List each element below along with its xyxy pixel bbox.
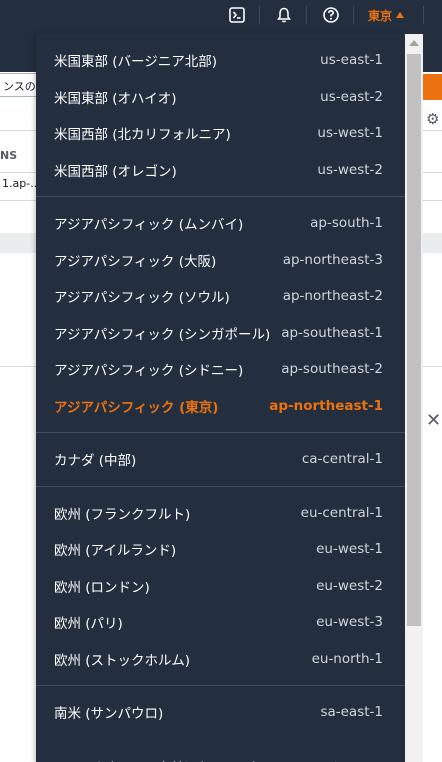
- region-code: us-west-1: [317, 125, 383, 142]
- region-name: 欧州 (パリ): [54, 616, 123, 633]
- nav-divider: [423, 6, 424, 24]
- disabled-regions-note: このアカウントで有効になっていない 10 リージ: [36, 739, 405, 762]
- nav-divider: [353, 6, 354, 24]
- scroll-up-arrow-icon[interactable]: [409, 40, 419, 46]
- region-name: 欧州 (ストックホルム): [54, 652, 191, 669]
- region-name: アジアパシフィック (ソウル): [54, 290, 230, 307]
- region-name: アジアパシフィック (ムンバイ): [54, 217, 244, 234]
- region-option-us-east-1[interactable]: 米国東部 (バージニア北部) us-east-1: [36, 42, 405, 79]
- region-name: 欧州 (アイルランド): [54, 543, 177, 560]
- region-code: us-east-2: [320, 88, 383, 105]
- region-option-ap-southeast-1[interactable]: アジアパシフィック (シンガポール) ap-southeast-1: [36, 315, 405, 352]
- region-code: eu-north-1: [311, 650, 383, 667]
- region-option-sa-east-1[interactable]: 南米 (サンパウロ) sa-east-1: [36, 694, 405, 731]
- region-code: ap-northeast-2: [282, 288, 383, 305]
- region-selector-button[interactable]: 東京: [368, 6, 405, 24]
- region-option-us-west-2[interactable]: 米国西部 (オレゴン) us-west-2: [36, 152, 405, 189]
- region-code: eu-west-3: [316, 614, 383, 631]
- region-name: 南米 (サンパウロ): [54, 706, 164, 723]
- gear-icon[interactable]: ⚙: [426, 110, 439, 128]
- region-option-ap-south-1[interactable]: アジアパシフィック (ムンバイ) ap-south-1: [36, 205, 405, 242]
- region-option-ap-southeast-2[interactable]: アジアパシフィック (シドニー) ap-southeast-2: [36, 351, 405, 388]
- region-group: アジアパシフィック (ムンバイ) ap-south-1 アジアパシフィック (大阪)…: [36, 197, 405, 433]
- region-option-ap-northeast-2[interactable]: アジアパシフィック (ソウル) ap-northeast-2: [36, 278, 405, 315]
- background-search-input[interactable]: ンスの: [0, 73, 38, 97]
- nav-divider: [259, 6, 260, 24]
- region-code: us-west-2: [317, 161, 383, 178]
- region-code: sa-east-1: [320, 704, 383, 721]
- bell-icon[interactable]: [274, 5, 294, 25]
- region-name: アジアパシフィック (大阪): [54, 253, 217, 270]
- scrollbar-thumb[interactable]: [407, 54, 421, 626]
- region-name: 米国西部 (北カリフォルニア): [54, 127, 231, 144]
- nav-divider: [306, 6, 307, 24]
- help-icon[interactable]: [321, 5, 341, 25]
- region-code: ap-northeast-1: [269, 397, 383, 414]
- close-icon[interactable]: ✕: [426, 410, 441, 431]
- region-option-eu-west-1[interactable]: 欧州 (アイルランド) eu-west-1: [36, 531, 405, 568]
- region-name: カナダ (中部): [54, 453, 137, 470]
- region-option-us-east-2[interactable]: 米国東部 (オハイオ) us-east-2: [36, 79, 405, 116]
- region-name: 米国東部 (バージニア北部): [54, 54, 218, 71]
- region-option-eu-north-1[interactable]: 欧州 (ストックホルム) eu-north-1: [36, 641, 405, 678]
- region-name: 欧州 (フランクフルト): [54, 506, 191, 523]
- region-code: ap-southeast-2: [281, 361, 383, 378]
- region-code: eu-west-1: [316, 541, 383, 558]
- region-code: ap-southeast-1: [281, 324, 383, 341]
- region-code: ca-central-1: [301, 451, 383, 468]
- dropdown-scrollbar[interactable]: [405, 34, 423, 762]
- region-code: ap-south-1: [310, 215, 383, 232]
- region-code: eu-west-2: [316, 577, 383, 594]
- region-option-eu-central-1[interactable]: 欧州 (フランクフルト) eu-central-1: [36, 495, 405, 532]
- region-group: 欧州 (フランクフルト) eu-central-1 欧州 (アイルランド) eu-we…: [36, 487, 405, 686]
- region-option-ap-northeast-1[interactable]: アジアパシフィック (東京) ap-northeast-1: [36, 388, 405, 425]
- region-group: カナダ (中部) ca-central-1: [36, 433, 405, 487]
- region-code: us-east-1: [320, 52, 383, 69]
- region-name: 欧州 (ロンドン): [54, 579, 150, 596]
- cloudshell-icon[interactable]: [227, 5, 247, 25]
- region-option-eu-west-2[interactable]: 欧州 (ロンドン) eu-west-2: [36, 568, 405, 605]
- region-code: ap-northeast-3: [282, 251, 383, 268]
- region-name: アジアパシフィック (シンガポール): [54, 326, 271, 343]
- table-column-header: NS: [0, 149, 18, 162]
- region-option-ap-northeast-3[interactable]: アジアパシフィック (大阪) ap-northeast-3: [36, 242, 405, 279]
- region-name: アジアパシフィック (シドニー): [54, 363, 244, 380]
- region-option-eu-west-3[interactable]: 欧州 (パリ) eu-west-3: [36, 604, 405, 641]
- region-name: 米国西部 (オレゴン): [54, 163, 177, 180]
- caret-up-icon: [396, 12, 405, 18]
- region-name: 米国東部 (オハイオ): [54, 90, 177, 107]
- region-selector-label: 東京: [368, 8, 393, 23]
- region-code: eu-central-1: [300, 504, 383, 521]
- region-dropdown-menu: 米国東部 (バージニア北部) us-east-1 米国東部 (オハイオ) us-eas…: [36, 34, 405, 762]
- region-group: 南米 (サンパウロ) sa-east-1: [36, 686, 405, 739]
- top-navigation-bar: 東京: [0, 0, 442, 30]
- region-option-us-west-1[interactable]: 米国西部 (北カリフォルニア) us-west-1: [36, 115, 405, 152]
- region-name: アジアパシフィック (東京): [54, 399, 219, 416]
- region-option-ca-central-1[interactable]: カナダ (中部) ca-central-1: [36, 441, 405, 478]
- region-group: 米国東部 (バージニア北部) us-east-1 米国東部 (オハイオ) us-eas…: [36, 34, 405, 197]
